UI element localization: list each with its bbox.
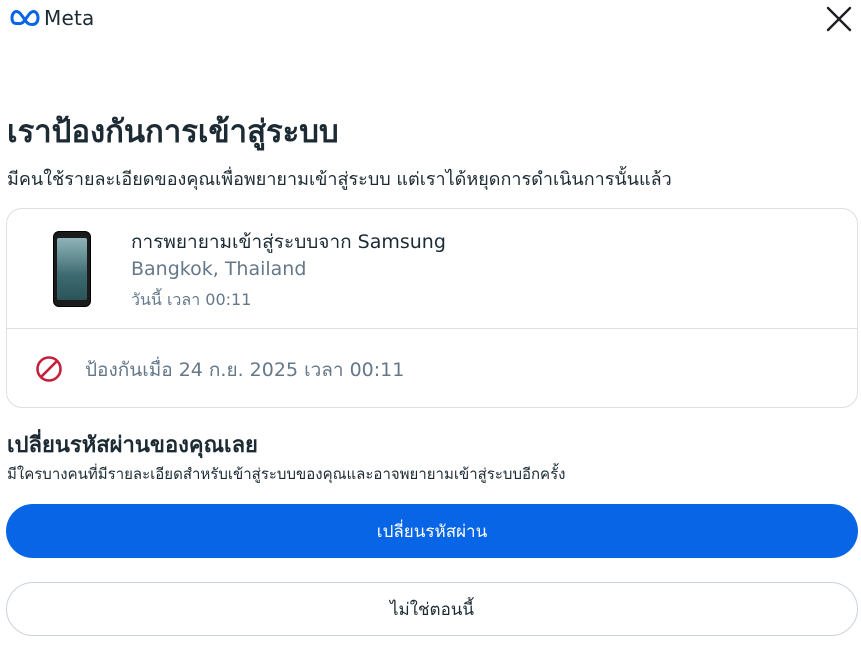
- change-password-button[interactable]: เปลี่ยนรหัสผ่าน: [6, 504, 858, 558]
- phone-screen: [57, 238, 87, 300]
- smartphone-icon: [53, 231, 91, 307]
- blocked-status-text: ป้องกันเมื่อ 24 ก.ย. 2025 เวลา 00:11: [85, 359, 405, 381]
- device-time: วันนี้ เวลา 00:11: [131, 290, 252, 309]
- device-location: Bangkok, Thailand: [131, 258, 307, 280]
- page-subtitle: มีคนใช้รายละเอียดของคุณเพื่อพยายามเข้าสู…: [7, 169, 672, 190]
- meta-logo-text: Meta: [44, 6, 95, 30]
- close-icon: [826, 6, 852, 32]
- header: Meta: [0, 0, 861, 40]
- device-name: การพยายามเข้าสู่ระบบจาก Samsung: [131, 231, 446, 253]
- login-attempt-card: การพยายามเข้าสู่ระบบจาก Samsung Bangkok,…: [6, 208, 858, 408]
- not-now-button[interactable]: ไม่ใช่ตอนนี้: [6, 582, 858, 636]
- meta-logo: Meta: [10, 6, 94, 30]
- change-password-description: มีใครบางคนที่มีรายละเอียดสำหรับเข้าสู่ระ…: [7, 465, 566, 483]
- login-attempt-details: การพยายามเข้าสู่ระบบจาก Samsung Bangkok,…: [7, 209, 857, 329]
- blocked-icon: [36, 356, 62, 382]
- blocked-status-row: ป้องกันเมื่อ 24 ก.ย. 2025 เวลา 00:11: [7, 330, 857, 408]
- page-title: เราป้องกันการเข้าสู่ระบบ: [7, 114, 339, 150]
- meta-infinity-icon: [10, 10, 40, 26]
- change-password-heading: เปลี่ยนรหัสผ่านของคุณเลย: [7, 433, 258, 458]
- close-button[interactable]: [825, 5, 853, 33]
